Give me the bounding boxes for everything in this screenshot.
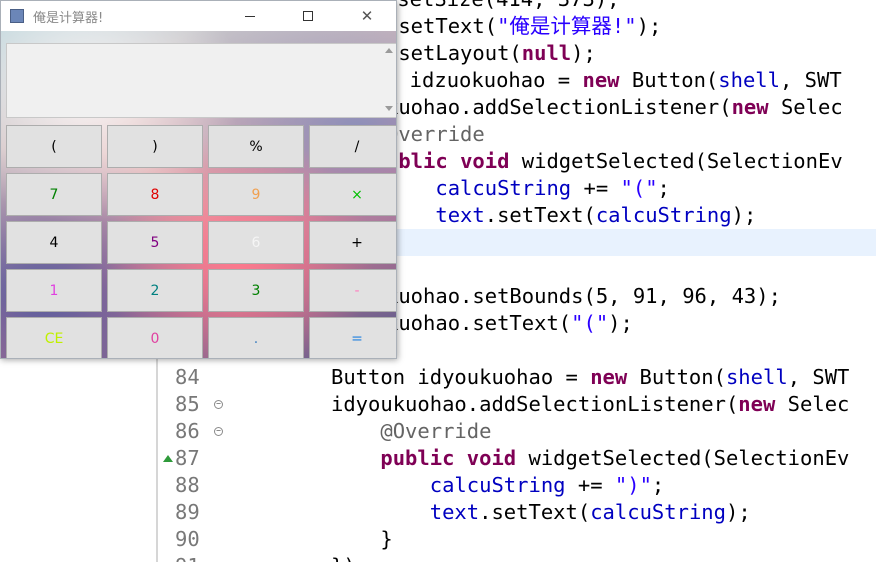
code-text: .setText("俺是计算器!"); xyxy=(386,14,662,38)
key-close-paren[interactable]: ) xyxy=(107,125,203,168)
display-textarea[interactable] xyxy=(6,43,396,118)
key-multiply[interactable]: × xyxy=(309,173,396,216)
code-text: ublic void widgetSelected(SelectionEv xyxy=(386,149,843,173)
fold-toggle-icon[interactable]: − xyxy=(214,400,223,409)
key-7[interactable]: 7 xyxy=(6,173,102,216)
key-5[interactable]: 5 xyxy=(107,221,203,264)
key-equals[interactable]: = xyxy=(309,317,396,358)
key-ce[interactable]: CE xyxy=(6,317,102,358)
code-text: Button idyoukuohao = new Button(shell, S… xyxy=(331,365,850,389)
key-8[interactable]: 8 xyxy=(107,173,203,216)
code-text: } xyxy=(331,527,393,551)
line-number: 89 xyxy=(175,500,200,524)
code-line: 86 − @Override xyxy=(0,418,876,445)
minimize-icon xyxy=(245,15,255,17)
window-title: 俺是计算器! xyxy=(33,11,104,26)
line-number: 85 xyxy=(175,392,200,416)
maximize-icon xyxy=(303,11,313,21)
line-number: 86 xyxy=(175,419,200,443)
code-line: 91}); xyxy=(0,553,876,562)
key-4[interactable]: 4 xyxy=(6,221,102,264)
key-dot[interactable]: . xyxy=(208,317,304,358)
code-text: kuohao.setBounds(5, 91, 96, 43); xyxy=(386,284,781,308)
code-line: 88 calcuString += ")"; xyxy=(0,472,876,499)
code-text: kuohao.setText("("); xyxy=(386,311,633,335)
minimize-button[interactable] xyxy=(221,1,279,31)
title-bar[interactable]: 俺是计算器! ✕ xyxy=(1,1,396,31)
calculator-body: ()%/ 7 8 9 × 4 5 6 +1 2 3- CE 0. = xyxy=(1,31,396,358)
close-icon: ✕ xyxy=(360,7,374,25)
code-line: 84 Button idyoukuohao = new Button(shell,… xyxy=(0,364,876,391)
key-divide[interactable]: / xyxy=(309,125,396,168)
key-2[interactable]: 2 xyxy=(107,269,203,312)
code-line: 89 text.setText(calcuString); xyxy=(0,499,876,526)
code-text: idyoukuohao.addSelectionListener(new Sel… xyxy=(331,392,850,416)
key-0[interactable]: 0 xyxy=(107,317,203,358)
code-text: kuohao.addSelectionListener(new Selec xyxy=(386,95,843,119)
scroll-up-icon[interactable] xyxy=(385,48,393,53)
code-line: 85 − idyoukuohao.addSelectionListener(new … xyxy=(0,391,876,418)
key-plus[interactable]: + xyxy=(309,221,396,264)
scroll-down-icon[interactable] xyxy=(385,106,393,111)
key-9[interactable]: 9 xyxy=(208,173,304,216)
line-number: 88 xyxy=(175,473,200,497)
line-number: 91 xyxy=(175,553,215,562)
fold-toggle-icon[interactable]: − xyxy=(214,427,223,436)
key-1[interactable]: 1 xyxy=(6,269,102,312)
line-number: 90 xyxy=(175,527,200,551)
code-line: 87 public void widgetSelected(SelectionE… xyxy=(0,445,876,472)
code-text: @Override xyxy=(331,419,492,443)
code-text: Override xyxy=(386,122,485,146)
line-number: 87 xyxy=(175,446,200,470)
close-button[interactable]: ✕ xyxy=(338,1,396,31)
code-text: calcuString += "("; xyxy=(435,176,670,200)
code-text: public void widgetSelected(SelectionEv xyxy=(380,446,850,470)
key-3[interactable]: 3 xyxy=(208,269,304,312)
code-text: text.setText(calcuString); xyxy=(435,203,757,227)
code-line: 90 } xyxy=(0,526,876,553)
code-text: }); xyxy=(331,553,368,562)
code-text: calcuString += ")"; xyxy=(429,473,665,497)
maximize-button[interactable] xyxy=(279,1,337,31)
code-text: .setLayout(null); xyxy=(386,41,596,65)
override-marker-icon xyxy=(163,455,173,462)
code-text: text.setText(calcuString); xyxy=(429,500,751,524)
calculator-window: 俺是计算器! ✕ ()%/ 7 8 9 × 4 5 6 +1 2 3- CE 0. = xyxy=(0,0,397,359)
code-text: .setSize(414, 373); xyxy=(385,0,620,13)
key-percent[interactable]: % xyxy=(208,125,304,168)
code-text: n idzuokuohao = new Button(shell, SWT xyxy=(385,68,842,92)
key-minus[interactable]: - xyxy=(309,269,396,312)
key-open-paren[interactable]: ( xyxy=(6,125,102,168)
line-number: 84 xyxy=(175,365,200,389)
key-6[interactable]: 6 xyxy=(208,221,304,264)
app-icon xyxy=(10,9,24,23)
